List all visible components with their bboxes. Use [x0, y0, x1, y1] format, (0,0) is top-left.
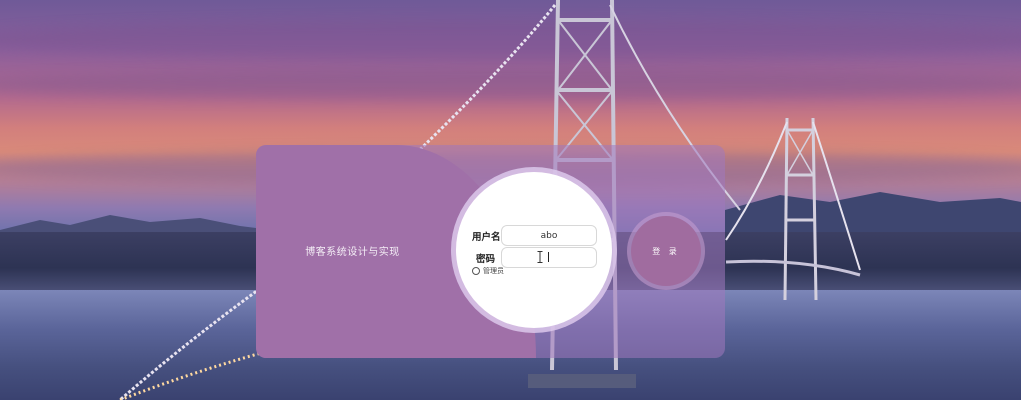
admin-radio-option[interactable]: 管理员 [472, 266, 504, 276]
username-input[interactable] [501, 225, 597, 246]
text-caret [548, 252, 549, 262]
text-cursor-icon [537, 251, 543, 263]
password-label: 密码 [476, 254, 496, 265]
radio-button[interactable] [472, 267, 480, 275]
password-input[interactable] [501, 247, 597, 268]
admin-radio-label: 管理员 [483, 267, 504, 275]
login-button[interactable]: 登 录 [631, 216, 701, 286]
username-label: 用户名 [472, 232, 501, 243]
app-title: 博客系统设计与实现 [305, 247, 400, 258]
